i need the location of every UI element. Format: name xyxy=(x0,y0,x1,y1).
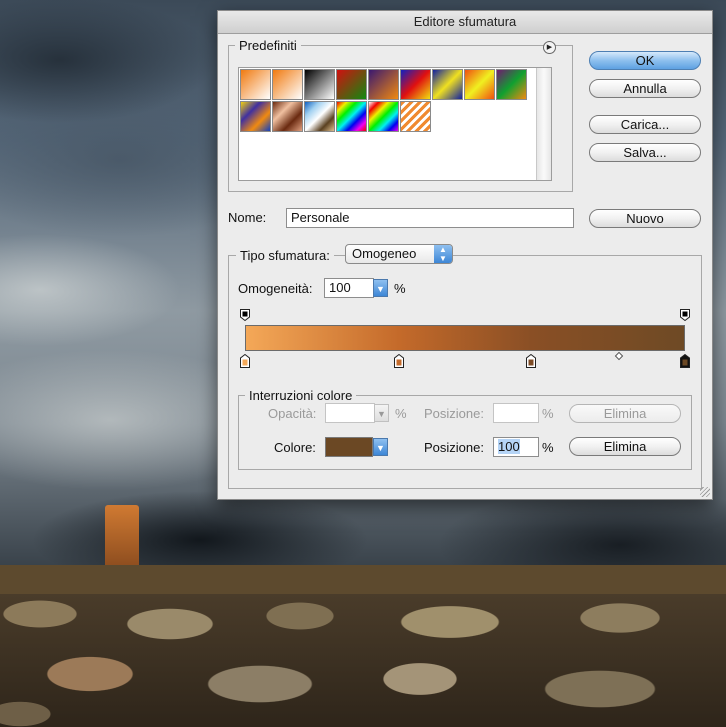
preset-swatch-chrome[interactable] xyxy=(304,101,335,132)
preset-swatch-foreground-to-transparent[interactable] xyxy=(272,69,303,100)
opacity-stop-marker[interactable] xyxy=(240,309,250,322)
cancel-button[interactable]: Annulla xyxy=(589,79,701,98)
opacity-position-field[interactable] xyxy=(493,403,539,423)
presets-legend: Predefiniti xyxy=(239,38,297,53)
color-stops-group: Interruzioni colore xyxy=(238,388,692,470)
dialog-titlebar[interactable]: Editore sfumatura xyxy=(218,11,712,34)
preset-swatch-transparent-stripes[interactable] xyxy=(400,101,431,132)
opacity-stop-marker[interactable] xyxy=(680,309,690,322)
dialog-title: Editore sfumatura xyxy=(413,14,517,29)
down-triangle-icon[interactable]: ▼ xyxy=(374,404,389,422)
new-button[interactable]: Nuovo xyxy=(589,209,701,228)
opacity-label: Opacità: xyxy=(268,406,317,421)
preset-swatch-copper[interactable] xyxy=(272,101,303,132)
opacity-position-label: Posizione: xyxy=(424,406,484,421)
presets-swatch-list xyxy=(238,67,552,181)
preset-swatch-foreground-to-background[interactable] xyxy=(240,69,271,100)
play-arrow-icon[interactable]: ▶ xyxy=(543,41,556,54)
shelf-band xyxy=(0,565,726,594)
opacity-unit: % xyxy=(395,406,407,421)
gradient-preview-bar[interactable] xyxy=(245,325,685,351)
delete-opacity-stop-button[interactable]: Elimina xyxy=(569,404,681,423)
delete-color-stop-button[interactable]: Elimina xyxy=(569,437,681,456)
preset-swatch-blue-yellow-blue[interactable] xyxy=(432,69,463,100)
color-position-field[interactable]: 100 xyxy=(493,437,539,457)
color-stop-marker[interactable] xyxy=(240,353,250,368)
smoothness-label: Omogeneità: xyxy=(238,281,313,296)
color-position-label: Posizione: xyxy=(424,440,484,455)
opacity-field[interactable] xyxy=(325,403,375,423)
gradient-editor-dialog: Editore sfumatura Predefiniti ▶ OK Annul… xyxy=(217,10,713,500)
down-triangle-icon[interactable]: ▼ xyxy=(373,438,388,456)
color-position-unit: % xyxy=(542,440,554,455)
gradient-type-label: Tipo sfumatura: xyxy=(236,248,334,263)
candle-shape xyxy=(105,505,139,567)
presets-scrollbar[interactable] xyxy=(536,68,551,180)
gradient-type-value: Omogeneo xyxy=(352,246,417,261)
stone-wall-photo xyxy=(0,594,726,727)
smoothness-unit: % xyxy=(394,281,406,296)
name-field[interactable]: Personale xyxy=(286,208,574,228)
ok-button[interactable]: OK xyxy=(589,51,701,70)
name-label: Nome: xyxy=(228,210,267,225)
preset-swatch-violet-orange[interactable] xyxy=(368,69,399,100)
preset-swatch-black-white[interactable] xyxy=(304,69,335,100)
color-stop-marker[interactable] xyxy=(680,353,690,368)
preset-swatch-spectrum[interactable] xyxy=(336,101,367,132)
save-button[interactable]: Salva... xyxy=(589,143,701,162)
preset-swatch-yellow-violet-orange-blue[interactable] xyxy=(240,101,271,132)
color-stop-marker[interactable] xyxy=(394,353,404,368)
color-stop-marker[interactable] xyxy=(526,353,536,368)
resize-grip-icon[interactable] xyxy=(700,487,710,497)
opacity-position-unit: % xyxy=(542,406,554,421)
gradient-type-select[interactable]: Omogeneo ▲ ▼ xyxy=(345,244,453,264)
preset-swatch-red-green[interactable] xyxy=(336,69,367,100)
color-position-value: 100 xyxy=(498,439,520,454)
down-triangle-icon[interactable]: ▼ xyxy=(373,279,388,297)
color-stops-legend: Interruzioni colore xyxy=(249,388,353,403)
preset-swatch-violet-green-orange[interactable] xyxy=(496,69,527,100)
preset-swatch-blue-red-yellow[interactable] xyxy=(400,69,431,100)
smoothness-field[interactable]: 100 xyxy=(324,278,374,298)
color-label: Colore: xyxy=(274,440,316,455)
up-down-arrows-icon: ▲ ▼ xyxy=(434,245,452,263)
load-button[interactable]: Carica... xyxy=(589,115,701,134)
preset-swatch-orange-yellow-orange[interactable] xyxy=(464,69,495,100)
preset-swatch-transparent-rainbow[interactable] xyxy=(368,101,399,132)
stop-color-swatch[interactable] xyxy=(325,437,373,457)
